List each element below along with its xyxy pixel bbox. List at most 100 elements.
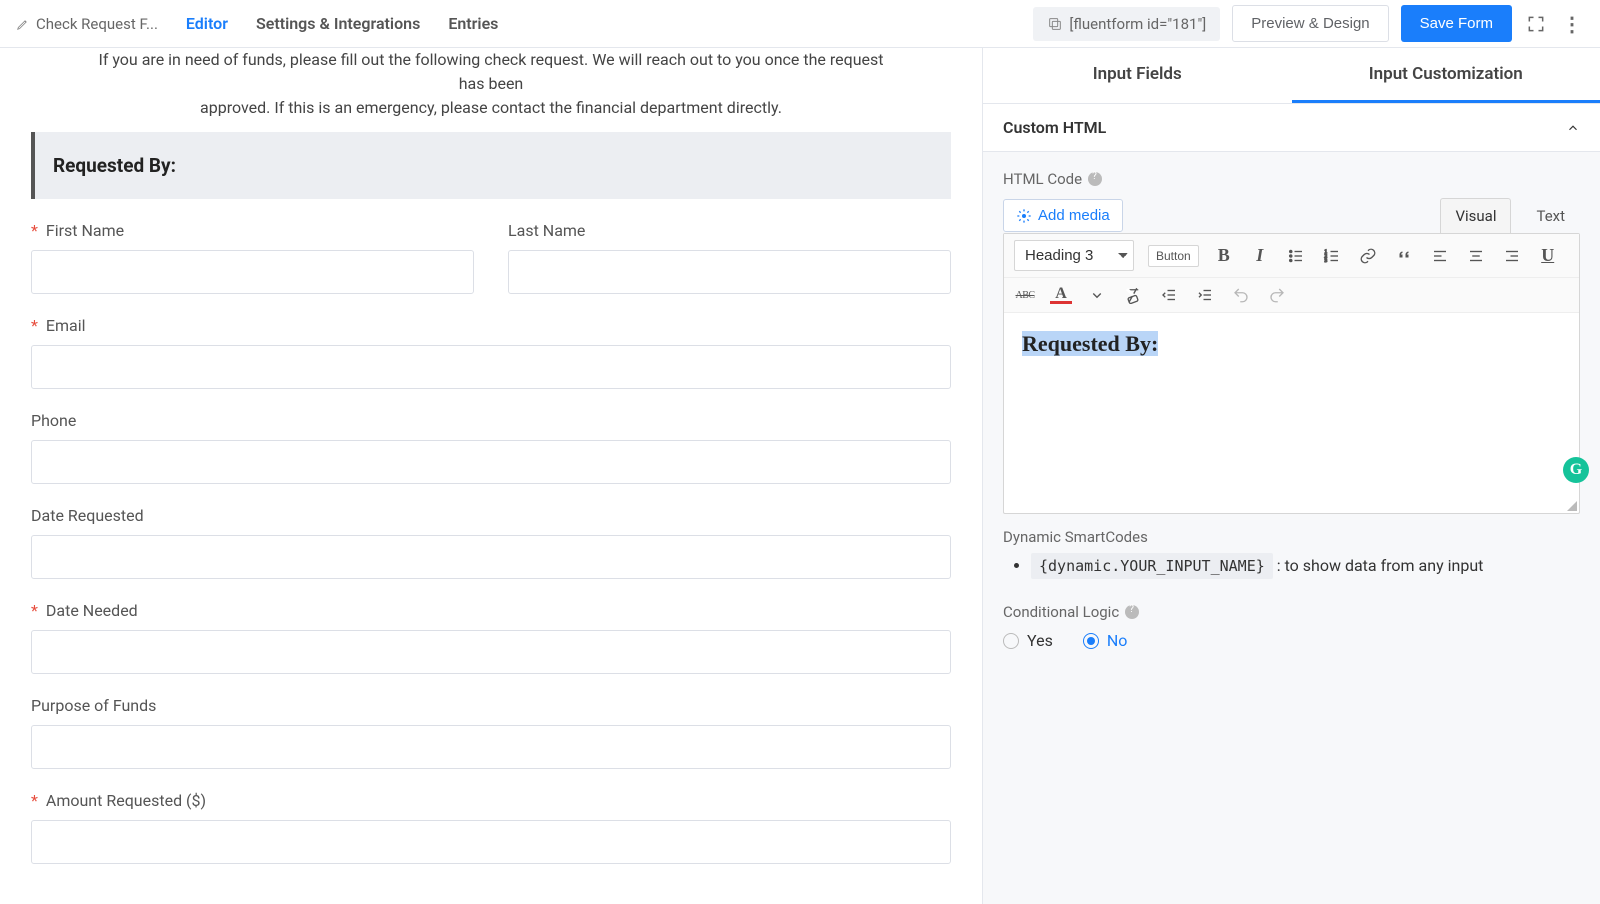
editor-tab-text[interactable]: Text bbox=[1521, 198, 1580, 233]
purpose-input[interactable] bbox=[31, 725, 951, 769]
first-name-input[interactable] bbox=[31, 250, 474, 294]
topbar-right: [fluentform id="181"] Preview & Design S… bbox=[1033, 5, 1584, 42]
date-needed-label: *Date Needed bbox=[31, 601, 951, 620]
smartcode-item: {dynamic.YOUR_INPUT_NAME} : to show data… bbox=[1031, 556, 1580, 575]
pencil-icon bbox=[16, 17, 30, 31]
fullscreen-icon bbox=[1526, 14, 1546, 34]
toolbar-row-2: ABC A bbox=[1004, 278, 1579, 313]
clear-format-icon[interactable] bbox=[1122, 284, 1144, 306]
info-icon[interactable] bbox=[1125, 605, 1139, 619]
email-label: *Email bbox=[31, 316, 951, 335]
smartcodes-label: Dynamic SmartCodes bbox=[1003, 528, 1580, 546]
top-bar: Check Request F... Editor Settings & Int… bbox=[0, 0, 1600, 48]
section-header[interactable]: Requested By: bbox=[31, 132, 951, 199]
conditional-logic-radios: Yes No bbox=[1003, 631, 1580, 650]
required-star: * bbox=[31, 601, 38, 620]
form-canvas: If you are in need of funds, please fill… bbox=[0, 48, 982, 904]
indent-icon[interactable] bbox=[1194, 284, 1216, 306]
intro-text: If you are in need of funds, please fill… bbox=[81, 48, 901, 120]
text-color-dropdown-icon[interactable] bbox=[1086, 284, 1108, 306]
underline-icon[interactable]: U bbox=[1537, 245, 1559, 267]
more-menu-button[interactable]: ⋮ bbox=[1560, 12, 1584, 36]
save-form-button[interactable]: Save Form bbox=[1401, 5, 1512, 42]
amount-label: *Amount Requested ($) bbox=[31, 791, 951, 810]
date-needed-field[interactable]: *Date Needed bbox=[31, 601, 951, 674]
purpose-field[interactable]: Purpose of Funds bbox=[31, 696, 951, 769]
radio-no[interactable]: No bbox=[1083, 631, 1128, 650]
insert-button[interactable]: Button bbox=[1148, 245, 1199, 267]
tab-input-customization[interactable]: Input Customization bbox=[1292, 48, 1600, 103]
last-name-input[interactable] bbox=[508, 250, 951, 294]
shortcode-badge[interactable]: [fluentform id="181"] bbox=[1033, 7, 1220, 41]
last-name-label: Last Name bbox=[508, 221, 951, 240]
wysiwyg-editor: Heading 3 Button B I 123 U ABC A bbox=[1003, 233, 1580, 514]
date-requested-input[interactable] bbox=[31, 535, 951, 579]
redo-icon[interactable] bbox=[1266, 284, 1288, 306]
form-title[interactable]: Check Request F... bbox=[16, 15, 158, 33]
topbar-left: Check Request F... Editor Settings & Int… bbox=[16, 14, 498, 33]
nav-tab-entries[interactable]: Entries bbox=[448, 14, 498, 33]
intro-line2: approved. If this is an emergency, pleas… bbox=[200, 98, 782, 117]
name-row: *First Name Last Name bbox=[31, 221, 951, 294]
first-name-label: *First Name bbox=[31, 221, 474, 240]
bold-icon[interactable]: B bbox=[1213, 245, 1235, 267]
editor-content-area[interactable]: Requested By: G bbox=[1004, 313, 1579, 513]
copy-icon bbox=[1047, 16, 1063, 32]
date-needed-input[interactable] bbox=[31, 630, 951, 674]
numbered-list-icon[interactable]: 123 bbox=[1321, 245, 1343, 267]
editor-mode-tabs: Visual Text bbox=[1440, 198, 1580, 233]
align-right-icon[interactable] bbox=[1501, 245, 1523, 267]
more-icon: ⋮ bbox=[1562, 12, 1582, 36]
fullscreen-button[interactable] bbox=[1524, 12, 1548, 36]
chevron-up-icon bbox=[1566, 121, 1580, 135]
panel-body: HTML Code Add media Visual Text Heading … bbox=[983, 152, 1600, 904]
phone-label: Phone bbox=[31, 411, 951, 430]
email-input[interactable] bbox=[31, 345, 951, 389]
date-requested-label: Date Requested bbox=[31, 506, 951, 525]
first-name-field[interactable]: *First Name bbox=[31, 221, 474, 294]
phone-field[interactable]: Phone bbox=[31, 411, 951, 484]
preview-button[interactable]: Preview & Design bbox=[1232, 5, 1388, 42]
align-left-icon[interactable] bbox=[1429, 245, 1451, 267]
amount-field[interactable]: *Amount Requested ($) bbox=[31, 791, 951, 864]
editor-tab-visual[interactable]: Visual bbox=[1440, 198, 1511, 233]
italic-icon[interactable]: I bbox=[1249, 245, 1271, 267]
date-requested-field[interactable]: Date Requested bbox=[31, 506, 951, 579]
info-icon[interactable] bbox=[1088, 172, 1102, 186]
conditional-logic-label: Conditional Logic bbox=[1003, 603, 1580, 621]
html-code-label: HTML Code bbox=[1003, 170, 1580, 188]
nav-tabs: Editor Settings & Integrations Entries bbox=[186, 14, 498, 33]
smartcode-list: {dynamic.YOUR_INPUT_NAME} : to show data… bbox=[1003, 556, 1580, 575]
conditional-logic-section: Conditional Logic Yes No bbox=[1003, 603, 1580, 650]
text-color-icon[interactable]: A bbox=[1050, 286, 1072, 304]
accordion-title: Custom HTML bbox=[1003, 118, 1106, 137]
media-icon bbox=[1016, 208, 1032, 224]
resize-handle[interactable] bbox=[1567, 501, 1577, 511]
smartcode-desc: : to show data from any input bbox=[1273, 556, 1484, 575]
editor-text: Requested By: bbox=[1022, 331, 1158, 356]
blockquote-icon[interactable] bbox=[1393, 245, 1415, 267]
link-icon[interactable] bbox=[1357, 245, 1379, 267]
email-field[interactable]: *Email bbox=[31, 316, 951, 389]
amount-input[interactable] bbox=[31, 820, 951, 864]
required-star: * bbox=[31, 221, 38, 240]
tab-input-fields[interactable]: Input Fields bbox=[983, 48, 1292, 103]
outdent-icon[interactable] bbox=[1158, 284, 1180, 306]
radio-yes[interactable]: Yes bbox=[1003, 631, 1053, 650]
nav-tab-settings[interactable]: Settings & Integrations bbox=[256, 14, 420, 33]
shortcode-text: [fluentform id="181"] bbox=[1069, 15, 1206, 33]
add-media-button[interactable]: Add media bbox=[1003, 199, 1123, 232]
undo-icon[interactable] bbox=[1230, 284, 1252, 306]
format-select[interactable]: Heading 3 bbox=[1014, 240, 1134, 271]
last-name-field[interactable]: Last Name bbox=[508, 221, 951, 294]
phone-input[interactable] bbox=[31, 440, 951, 484]
nav-tab-editor[interactable]: Editor bbox=[186, 14, 228, 33]
editor-top-row: Add media Visual Text bbox=[1003, 198, 1580, 233]
accordion-custom-html[interactable]: Custom HTML bbox=[983, 104, 1600, 152]
sidebar-tabs: Input Fields Input Customization bbox=[983, 48, 1600, 104]
purpose-label: Purpose of Funds bbox=[31, 696, 951, 715]
grammarly-badge[interactable]: G bbox=[1563, 457, 1589, 483]
strikethrough-icon[interactable]: ABC bbox=[1014, 284, 1036, 306]
align-center-icon[interactable] bbox=[1465, 245, 1487, 267]
bullet-list-icon[interactable] bbox=[1285, 245, 1307, 267]
